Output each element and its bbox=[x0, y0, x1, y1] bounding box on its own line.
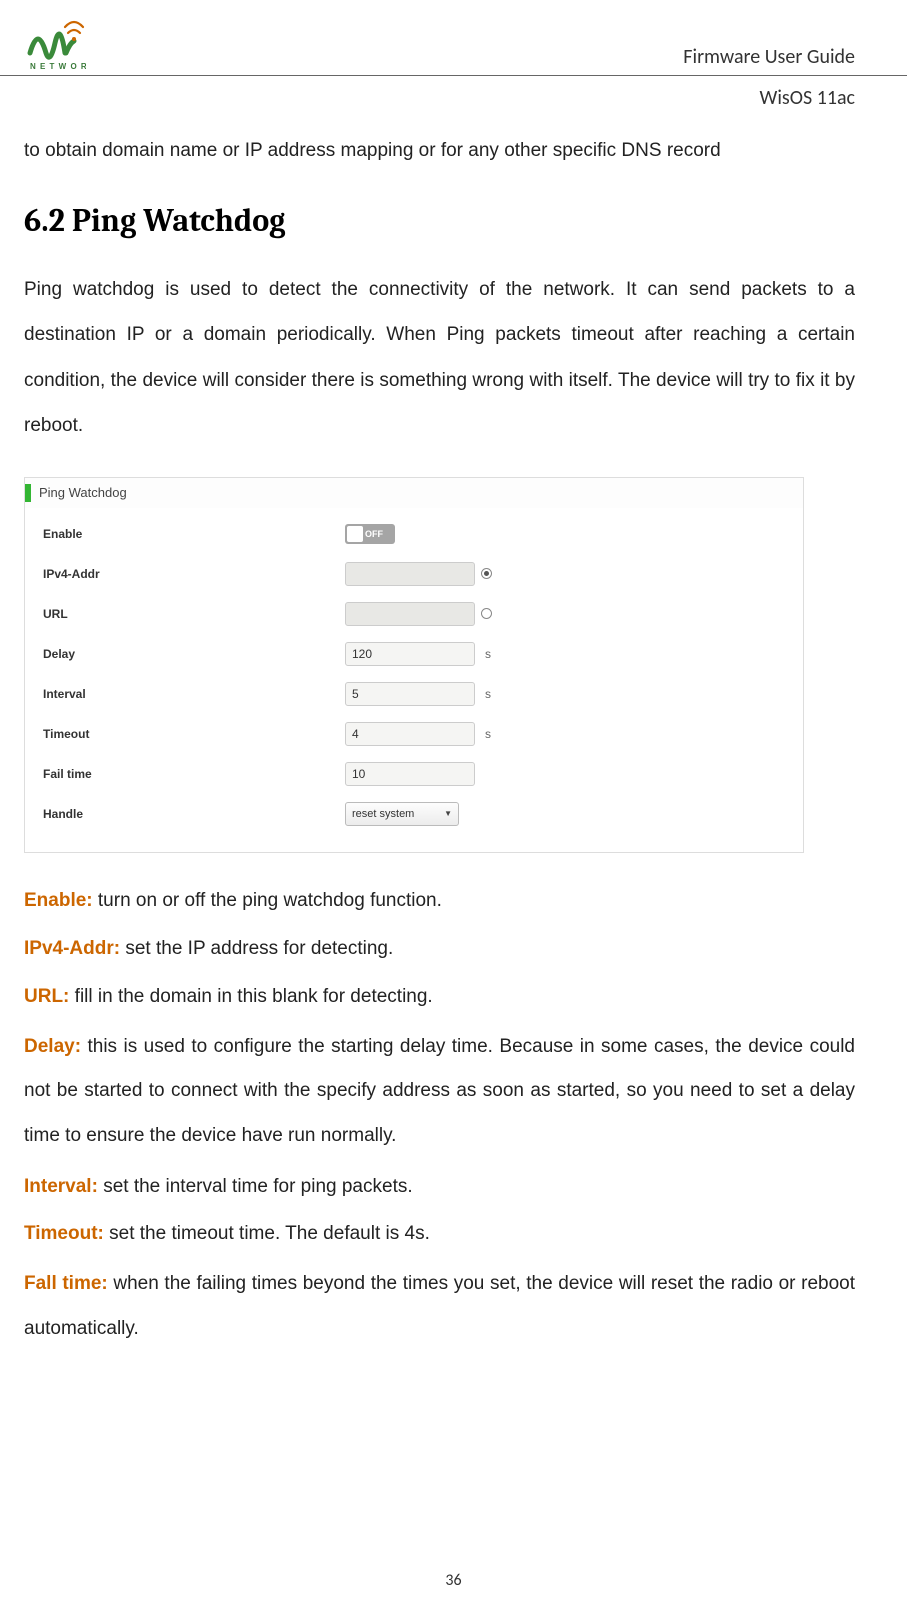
def-interval: Interval: set the interval time for ping… bbox=[24, 1167, 855, 1207]
def-ipv4-label: IPv4-Addr: bbox=[24, 938, 120, 959]
url-radio[interactable] bbox=[481, 608, 492, 619]
def-url-text: fill in the domain in this blank for det… bbox=[69, 986, 432, 1007]
ipv4-input[interactable] bbox=[345, 562, 475, 586]
def-ipv4: IPv4-Addr: set the IP address for detect… bbox=[24, 929, 855, 969]
brand-logo: N E T W O R K S bbox=[24, 13, 86, 75]
def-delay: Delay: this is used to configure the sta… bbox=[24, 1025, 855, 1159]
header-product-name: WisOS 11ac bbox=[0, 76, 907, 110]
section-description: Ping watchdog is used to detect the conn… bbox=[24, 267, 855, 449]
handle-dropdown[interactable]: reset system ▼ bbox=[345, 802, 459, 826]
def-timeout-text: set the timeout time. The default is 4s. bbox=[104, 1223, 430, 1244]
panel-title: Ping Watchdog bbox=[39, 485, 127, 500]
def-interval-text: set the interval time for ping packets. bbox=[98, 1176, 413, 1197]
label-interval: Interval bbox=[43, 687, 345, 701]
def-timeout-label: Timeout: bbox=[24, 1223, 104, 1244]
intro-continued-paragraph: to obtain domain name or IP address mapp… bbox=[24, 128, 855, 174]
timeout-input[interactable] bbox=[345, 722, 475, 746]
wis-logo-icon: N E T W O R K S bbox=[24, 13, 86, 75]
enable-toggle[interactable]: OFF bbox=[345, 524, 395, 544]
failtime-input[interactable] bbox=[345, 762, 475, 786]
def-ipv4-text: set the IP address for detecting. bbox=[120, 938, 393, 959]
def-falltime-text: when the failing times beyond the times … bbox=[24, 1273, 855, 1339]
delay-unit: s bbox=[485, 647, 491, 661]
label-failtime: Fail time bbox=[43, 767, 345, 781]
def-enable-label: Enable: bbox=[24, 890, 93, 911]
def-falltime: Fall time: when the failing times beyond… bbox=[24, 1262, 855, 1351]
label-url: URL bbox=[43, 607, 345, 621]
label-delay: Delay bbox=[43, 647, 345, 661]
svg-text:N E T W O R K S: N E T W O R K S bbox=[30, 62, 86, 71]
section-heading: 6.2 Ping Watchdog bbox=[24, 202, 855, 239]
label-timeout: Timeout bbox=[43, 727, 345, 741]
page-number: 36 bbox=[0, 1571, 907, 1590]
ping-watchdog-panel: Ping Watchdog Enable OFF IPv4-Addr URL bbox=[24, 477, 804, 853]
label-enable: Enable bbox=[43, 527, 345, 541]
interval-unit: s bbox=[485, 687, 491, 701]
header-guide-title: Firmware User Guide bbox=[683, 45, 855, 75]
def-delay-label: Delay: bbox=[24, 1036, 81, 1057]
label-handle: Handle bbox=[43, 807, 345, 821]
panel-header: Ping Watchdog bbox=[25, 478, 803, 508]
panel-accent-bar bbox=[25, 484, 31, 502]
toggle-text: OFF bbox=[365, 529, 383, 539]
def-enable: Enable: turn on or off the ping watchdog… bbox=[24, 881, 855, 921]
ipv4-radio[interactable] bbox=[481, 568, 492, 579]
label-ipv4: IPv4-Addr bbox=[43, 567, 345, 581]
def-falltime-label: Fall time: bbox=[24, 1273, 108, 1294]
def-timeout: Timeout: set the timeout time. The defau… bbox=[24, 1214, 855, 1254]
chevron-down-icon: ▼ bbox=[444, 809, 452, 818]
def-interval-label: Interval: bbox=[24, 1176, 98, 1197]
def-url: URL: fill in the domain in this blank fo… bbox=[24, 977, 855, 1017]
timeout-unit: s bbox=[485, 727, 491, 741]
def-url-label: URL: bbox=[24, 986, 69, 1007]
delay-input[interactable] bbox=[345, 642, 475, 666]
handle-selected: reset system bbox=[352, 808, 414, 820]
interval-input[interactable] bbox=[345, 682, 475, 706]
url-input[interactable] bbox=[345, 602, 475, 626]
def-enable-text: turn on or off the ping watchdog functio… bbox=[93, 890, 442, 911]
def-delay-text: this is used to configure the starting d… bbox=[24, 1036, 855, 1146]
